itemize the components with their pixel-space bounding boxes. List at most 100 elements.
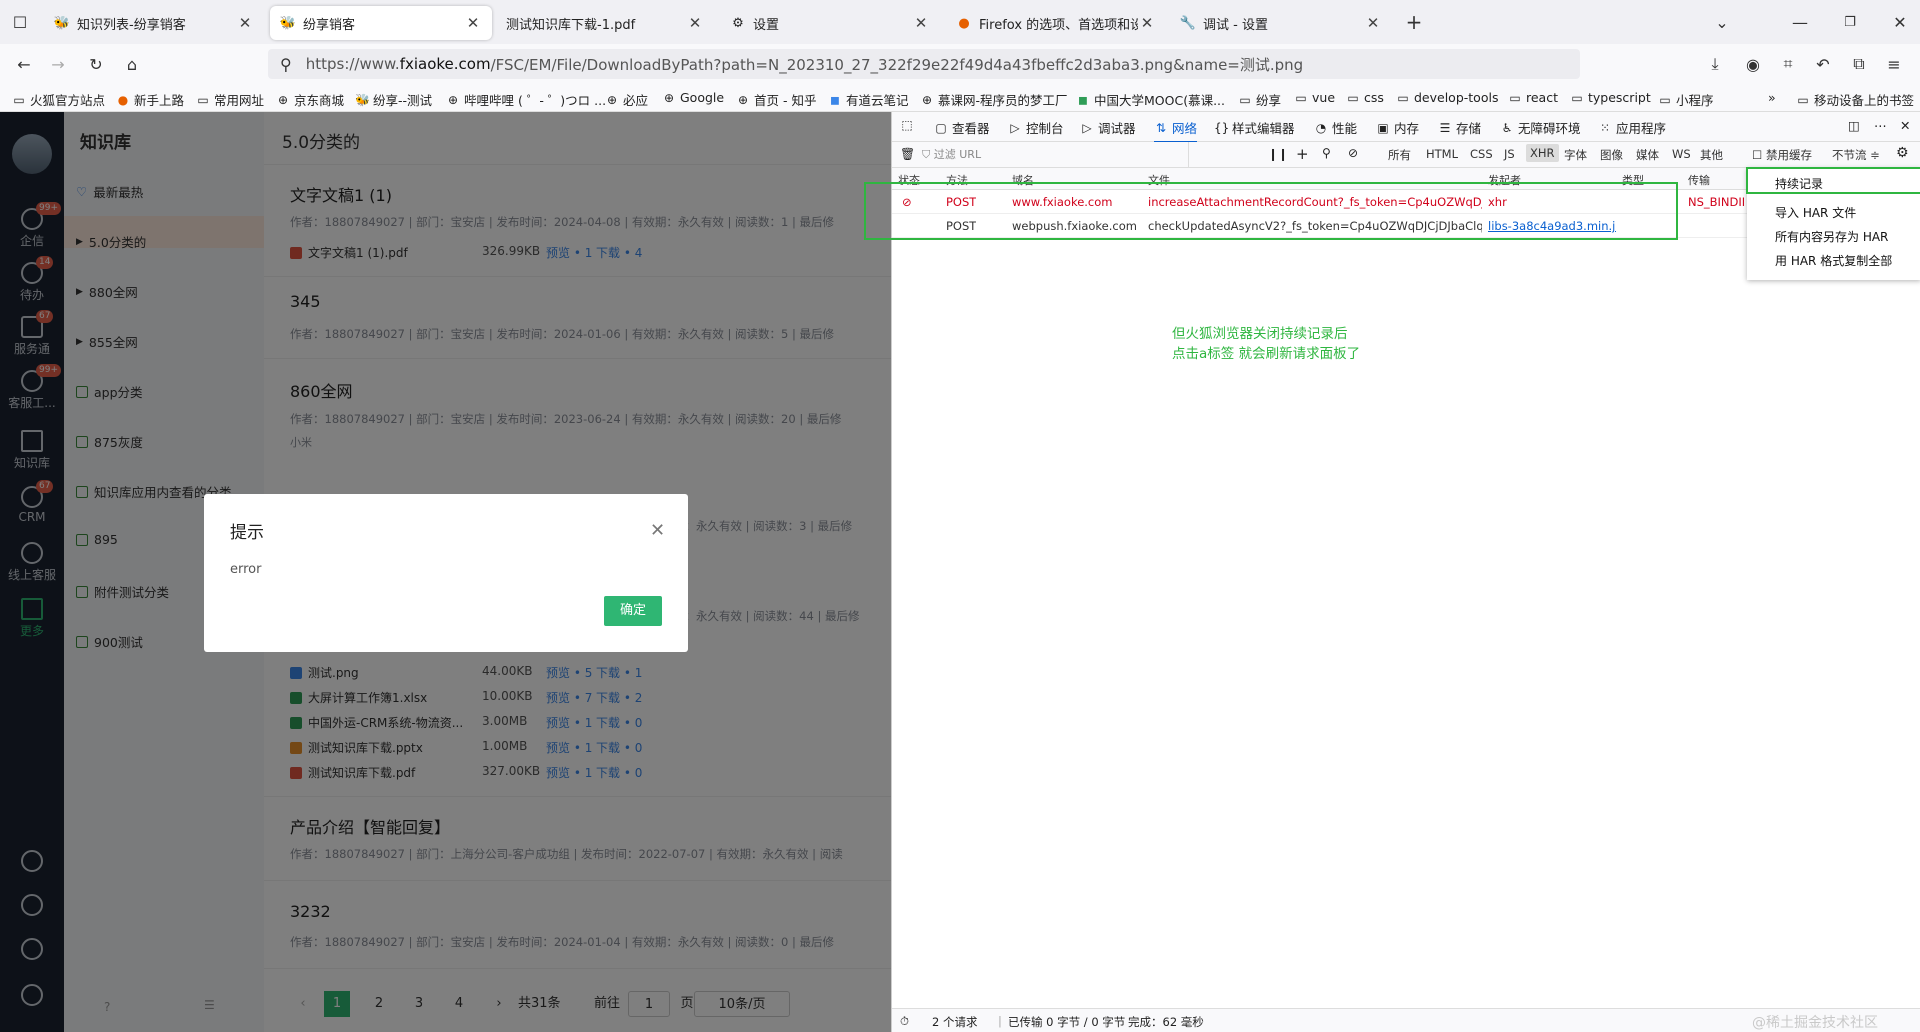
menu-icon[interactable]: ≡ xyxy=(1882,52,1906,76)
crop-icon[interactable]: ⌗ xyxy=(1776,52,1800,76)
menu-copy-har[interactable]: 用 HAR 格式复制全部 xyxy=(1775,252,1892,269)
menu-save-har[interactable]: 所有内容另存为 HAR xyxy=(1775,228,1888,245)
tab-list-icon[interactable]: ☐ xyxy=(8,10,32,34)
tab-debugger[interactable]: ▷ 调试器 xyxy=(1080,118,1135,137)
throttle-select[interactable]: 不节流 ≑ xyxy=(1832,147,1880,163)
confirm-button[interactable]: 确定 xyxy=(604,596,662,626)
tab-settings[interactable]: ⚙ 设置 ✕ xyxy=(720,6,940,40)
col-transfer[interactable]: 传输 xyxy=(1688,172,1710,188)
account-icon[interactable]: ◉ xyxy=(1741,52,1765,76)
bookmark-item[interactable]: ⊕ 首页 - 知乎 xyxy=(736,90,817,109)
tab-application[interactable]: ⁙ 应用程序 xyxy=(1598,118,1666,137)
url-bar[interactable]: ⚲ https://www. fxiaoke.com/FSC/EM/File/Do… xyxy=(268,49,1580,79)
type-html[interactable]: HTML xyxy=(1426,147,1458,161)
type-other[interactable]: 其他 xyxy=(1700,147,1723,163)
watermark: @稀土掘金技术社区 xyxy=(1752,1015,1878,1031)
tab-memory[interactable]: ▣ 内存 xyxy=(1376,118,1419,137)
storage-icon: ☰ xyxy=(1439,120,1451,135)
menu-persist-logs[interactable]: 持续记录 xyxy=(1775,175,1823,192)
new-tab-button[interactable]: + xyxy=(1402,10,1426,34)
bookmark-item[interactable]: ⊕ 慕课网-程序员的梦工厂 xyxy=(920,90,1068,109)
bookmark-item[interactable]: ◼ 有道云笔记 xyxy=(828,90,909,109)
close-icon[interactable]: ✕ xyxy=(912,14,930,32)
tab-label: 设置 xyxy=(753,17,780,33)
bookmark-item[interactable]: ⊕ 哔哩哔哩 ( ゜- ゜)つロ ... xyxy=(446,90,606,109)
type-ws[interactable]: WS xyxy=(1672,147,1691,161)
bookmark-item[interactable]: ● 新手上路 xyxy=(116,90,184,109)
type-all[interactable]: 所有 xyxy=(1388,147,1411,163)
tab-knowledge-list[interactable]: 🐝 知识列表-纷享销客 ✕ xyxy=(44,6,264,40)
bookmark-item[interactable]: ▭ css xyxy=(1346,90,1384,105)
fxiaoke-icon: 🐝 xyxy=(355,92,370,107)
bookmark-item[interactable]: ▭ 常用网址 xyxy=(196,90,264,109)
tab-network[interactable]: ⇅ 网络 xyxy=(1154,118,1198,143)
tab-debug-settings[interactable]: 🔧 调试 - 设置 ✕ xyxy=(1170,6,1392,40)
folder-icon: ▭ xyxy=(1397,90,1409,105)
bookmark-item[interactable]: ▭ vue xyxy=(1294,90,1335,105)
tab-performance[interactable]: ◔ 性能 xyxy=(1314,118,1357,137)
type-js[interactable]: JS xyxy=(1504,147,1515,161)
tab-accessibility[interactable]: ♿ 无障碍环境 xyxy=(1500,118,1581,137)
bookmark-item[interactable]: ▭ react xyxy=(1508,90,1558,105)
finish-time: 完成：62 毫秒 xyxy=(1128,1015,1204,1029)
tab-inspector[interactable]: ▢ 查看器 xyxy=(934,118,989,137)
menu-import-har[interactable]: 导入 HAR 文件 xyxy=(1775,204,1856,221)
home-icon[interactable]: ⌂ xyxy=(120,52,144,76)
tab-label: Firefox 的选项、首选项和设置 xyxy=(979,17,1138,33)
type-media[interactable]: 媒体 xyxy=(1636,147,1659,163)
bookmark-item[interactable]: ▭ 纷享 xyxy=(1238,90,1281,109)
minimize-icon[interactable]: — xyxy=(1788,10,1812,34)
close-icon[interactable]: ✕ xyxy=(1364,14,1382,32)
bookmark-item[interactable]: ◼ 中国大学MOOC(慕课... xyxy=(1076,90,1225,109)
close-icon[interactable]: ✕ xyxy=(236,14,254,32)
forward-icon[interactable]: → xyxy=(46,52,70,76)
trash-icon[interactable]: 🗑 xyxy=(900,147,915,161)
type-image[interactable]: 图像 xyxy=(1600,147,1623,163)
bookmark-item[interactable]: ⊕ 必应 xyxy=(605,90,648,109)
download-icon[interactable]: ⤓ xyxy=(1703,52,1727,76)
picker-icon[interactable]: ⬚ xyxy=(900,118,918,132)
timer-icon: ⏱ xyxy=(900,1014,909,1028)
bookmark-item[interactable]: ▭ typescript xyxy=(1570,90,1650,105)
bookmark-item[interactable]: ▭ 小程序 xyxy=(1658,90,1713,109)
bookmarks-overflow-icon[interactable]: » xyxy=(1768,90,1776,105)
annotation-box-persist xyxy=(1746,167,1920,194)
dock-icon[interactable]: ◫ xyxy=(1848,118,1860,133)
close-icon[interactable]: ✕ xyxy=(686,14,704,32)
close-icon[interactable]: ✕ xyxy=(1900,118,1910,133)
bookmark-item[interactable]: ⊕ Google xyxy=(662,90,724,105)
close-icon[interactable]: ✕ xyxy=(1138,14,1156,32)
back-icon[interactable]: ← xyxy=(12,52,36,76)
bookmark-item[interactable]: ▭ 火狐官方站点 xyxy=(12,90,105,109)
block-icon[interactable]: ⊘ xyxy=(1348,146,1358,160)
tab-fxiaoke-active[interactable]: 🐝 纷享销客 ✕ xyxy=(270,6,492,40)
tab-overflow-chevron-icon[interactable]: ⌄ xyxy=(1710,10,1734,34)
extensions-icon[interactable]: ⧉ xyxy=(1847,52,1871,76)
close-window-icon[interactable]: ✕ xyxy=(1888,10,1912,34)
bookmark-item[interactable]: ⊕ 京东商城 xyxy=(276,90,344,109)
reload-icon[interactable]: ↻ xyxy=(84,52,108,76)
filter-url-input[interactable]: ⛉ 过滤 URL xyxy=(922,146,1182,164)
tab-storage[interactable]: ☰ 存储 xyxy=(1438,118,1481,137)
close-icon[interactable]: ✕ xyxy=(464,14,482,32)
bookmark-mobile[interactable]: ▭ 移动设备上的书签 xyxy=(1796,90,1914,109)
undo-icon[interactable]: ↶ xyxy=(1811,52,1835,76)
plus-icon[interactable]: + xyxy=(1296,145,1309,163)
type-css[interactable]: CSS xyxy=(1470,147,1493,161)
search-icon[interactable]: ⚲ xyxy=(1322,146,1331,160)
settings-gear-icon[interactable]: ⚙ xyxy=(1896,145,1909,161)
restore-icon[interactable]: ❐ xyxy=(1838,10,1862,34)
tab-console[interactable]: ▷ 控制台 xyxy=(1008,118,1063,137)
more-icon[interactable]: ⋯ xyxy=(1874,118,1887,133)
tab-style-editor[interactable]: {} 样式编辑器 xyxy=(1214,118,1295,137)
tab-firefox-options[interactable]: ● Firefox 的选项、首选项和设置 ✕ xyxy=(946,6,1166,40)
type-xhr[interactable]: XHR xyxy=(1526,144,1559,162)
type-font[interactable]: 字体 xyxy=(1564,147,1587,163)
bookmark-item[interactable]: 🐝 纷享--测试 xyxy=(355,90,432,109)
checkbox-icon: ☐ xyxy=(1752,148,1763,162)
pause-icon[interactable]: ❙❙ xyxy=(1268,147,1288,161)
close-icon[interactable]: ✕ xyxy=(650,520,665,541)
disable-cache-checkbox[interactable]: ☐ 禁用缓存 xyxy=(1752,147,1812,163)
bookmark-item[interactable]: ▭ develop-tools xyxy=(1396,90,1498,105)
tab-pdf[interactable]: 测试知识库下载-1.pdf ✕ xyxy=(496,6,714,40)
